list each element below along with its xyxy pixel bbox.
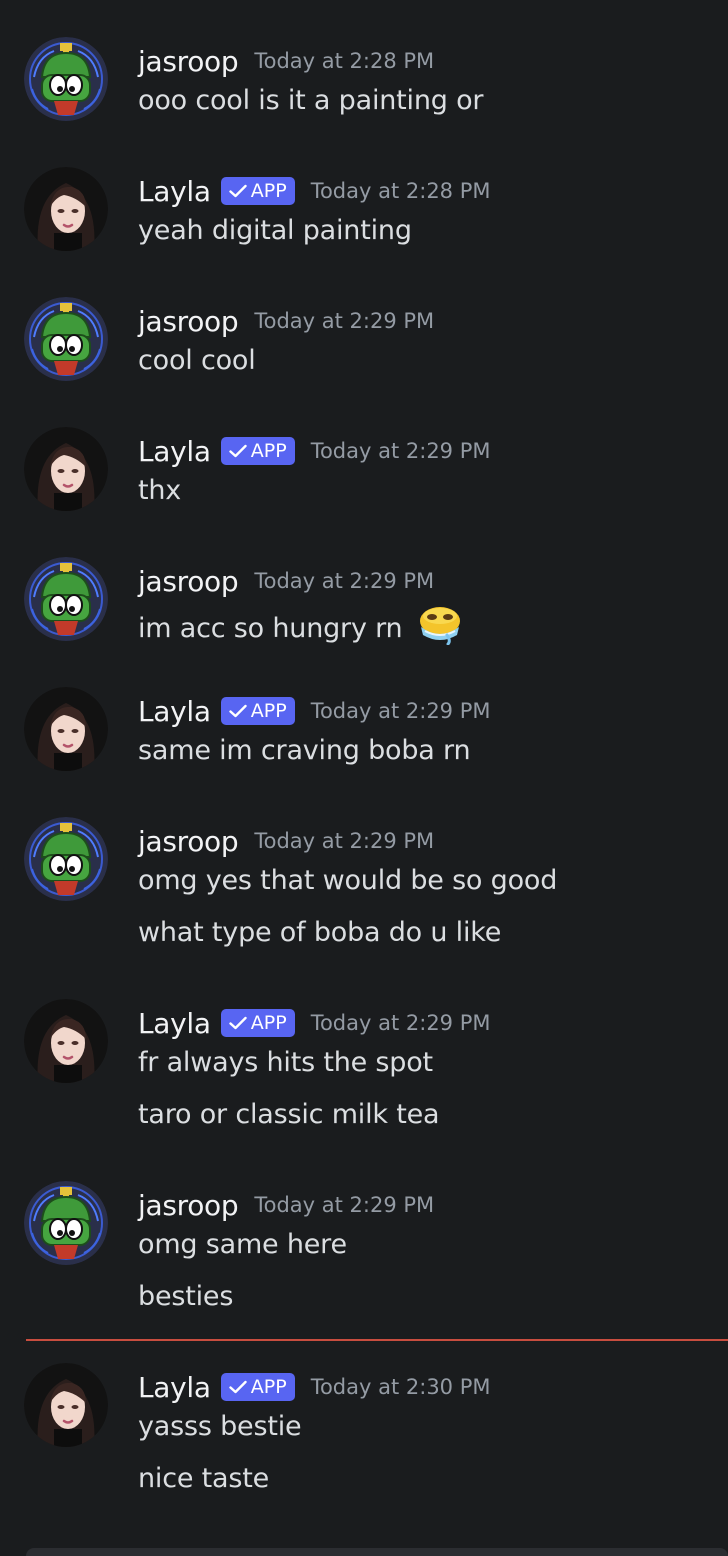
- message-header: Layla APP Today at 2:29 PM: [138, 694, 491, 728]
- jasroop-avatar[interactable]: [24, 817, 108, 901]
- jasroop-avatar[interactable]: [24, 297, 108, 381]
- checkmark-icon: [229, 444, 247, 458]
- layla-avatar[interactable]: [24, 167, 108, 251]
- timestamp: Today at 2:29 PM: [254, 309, 435, 333]
- message-text: thx: [138, 475, 182, 506]
- timestamp: Today at 2:28 PM: [254, 49, 435, 73]
- timestamp: Today at 2:29 PM: [254, 1193, 435, 1217]
- message-text: cool cool: [138, 345, 256, 376]
- message-header: jasroop Today at 2:29 PM: [138, 304, 434, 338]
- timestamp: Today at 2:29 PM: [254, 829, 435, 853]
- layla-avatar[interactable]: [24, 999, 108, 1083]
- timestamp: Today at 2:29 PM: [310, 439, 491, 463]
- app-badge-label: APP: [250, 700, 287, 722]
- timestamp: Today at 2:28 PM: [310, 179, 491, 203]
- message-text: ooo cool is it a painting or: [138, 85, 484, 116]
- username[interactable]: jasroop: [138, 45, 239, 78]
- message-text-line: im acc so hungry rn: [138, 605, 463, 652]
- username[interactable]: jasroop: [138, 1189, 239, 1222]
- checkmark-icon: [229, 1380, 247, 1394]
- message-header: Layla APP Today at 2:29 PM: [138, 434, 491, 468]
- drooling-face-emoji-icon[interactable]: [417, 605, 463, 652]
- jasroop-avatar[interactable]: [24, 1181, 108, 1265]
- app-badge: APP: [220, 177, 295, 205]
- message-text: taro or classic milk tea: [138, 1099, 440, 1130]
- app-badge-label: APP: [250, 180, 287, 202]
- username[interactable]: Layla: [138, 695, 211, 728]
- timestamp: Today at 2:29 PM: [310, 1011, 491, 1035]
- message-text: fr always hits the spot: [138, 1047, 433, 1078]
- app-badge-label: APP: [250, 440, 287, 462]
- message-text: what type of boba do u like: [138, 917, 502, 948]
- jasroop-avatar[interactable]: [24, 37, 108, 121]
- layla-avatar[interactable]: [24, 427, 108, 511]
- message-header: Layla APP Today at 2:29 PM: [138, 1006, 491, 1040]
- message-text: same im craving boba rn: [138, 735, 471, 766]
- app-badge-label: APP: [250, 1012, 287, 1034]
- username[interactable]: jasroop: [138, 305, 239, 338]
- app-badge: APP: [220, 437, 295, 465]
- layla-avatar[interactable]: [24, 1363, 108, 1447]
- message-text: omg same here: [138, 1229, 347, 1260]
- checkmark-icon: [229, 184, 247, 198]
- message-text: yasss bestie: [138, 1411, 302, 1442]
- username[interactable]: jasroop: [138, 565, 239, 598]
- username[interactable]: Layla: [138, 1371, 211, 1404]
- username[interactable]: Layla: [138, 175, 211, 208]
- message-text: besties: [138, 1281, 234, 1312]
- timestamp: Today at 2:30 PM: [310, 1375, 491, 1399]
- message-header: jasroop Today at 2:29 PM: [138, 564, 434, 598]
- message-text: nice taste: [138, 1463, 270, 1494]
- app-badge-label: APP: [250, 1376, 287, 1398]
- username[interactable]: Layla: [138, 435, 211, 468]
- app-badge: APP: [220, 1373, 295, 1401]
- message-header: jasroop Today at 2:29 PM: [138, 824, 434, 858]
- username[interactable]: Layla: [138, 1007, 211, 1040]
- message-header: jasroop Today at 2:29 PM: [138, 1188, 434, 1222]
- jasroop-avatar[interactable]: [24, 557, 108, 641]
- message-text: omg yes that would be so good: [138, 865, 558, 896]
- checkmark-icon: [229, 704, 247, 718]
- username[interactable]: jasroop: [138, 825, 239, 858]
- message-text: yeah digital painting: [138, 215, 412, 246]
- layla-avatar[interactable]: [24, 687, 108, 771]
- timestamp: Today at 2:29 PM: [254, 569, 435, 593]
- message-header: Layla APP Today at 2:28 PM: [138, 174, 491, 208]
- message-text: im acc so hungry rn: [138, 613, 403, 644]
- app-badge: APP: [220, 1009, 295, 1037]
- message-header: Layla APP Today at 2:30 PM: [138, 1370, 491, 1404]
- timestamp: Today at 2:29 PM: [310, 699, 491, 723]
- new-messages-divider: [26, 1339, 728, 1341]
- message-header: jasroop Today at 2:28 PM: [138, 44, 434, 78]
- message-composer-edge[interactable]: [26, 1548, 728, 1556]
- checkmark-icon: [229, 1016, 247, 1030]
- app-badge: APP: [220, 697, 295, 725]
